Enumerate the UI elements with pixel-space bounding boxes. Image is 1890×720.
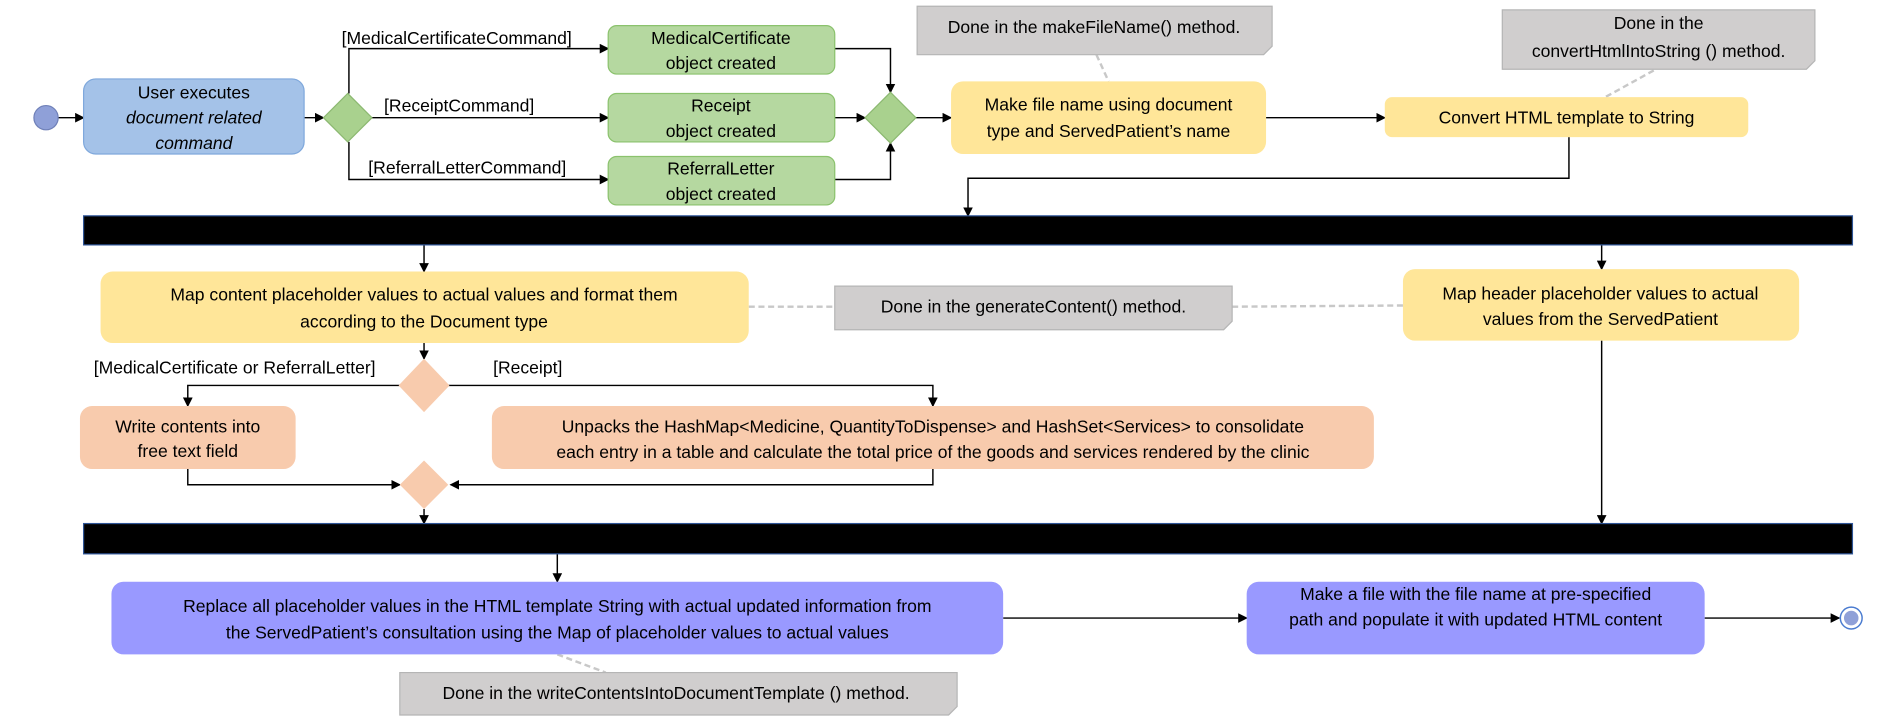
convert-html-action: Convert HTML template to String xyxy=(1384,97,1749,138)
note-write-contents: Done in the writeContentsIntoDocumentTem… xyxy=(399,671,958,716)
fork-bar xyxy=(82,215,1854,246)
svg-text:document related: document related xyxy=(126,108,263,128)
svg-text:command: command xyxy=(155,133,233,153)
svg-text:Replace all placeholder values: Replace all placeholder values in the HT… xyxy=(183,596,931,616)
svg-text:Receipt: Receipt xyxy=(691,96,751,116)
medical-certificate-object-action: MedicalCertificate object created xyxy=(607,25,836,75)
activity-diagram: User executes document related command [… xyxy=(33,5,1863,716)
svg-text:object created: object created xyxy=(666,121,776,141)
command-decision-node xyxy=(322,92,373,143)
guard-referral-letter-command: [ReferralLetterCommand] xyxy=(368,157,566,177)
note-make-file-name: Done in the makeFileName() method. xyxy=(916,5,1273,56)
receipt-object-action: Receipt object created xyxy=(607,92,836,143)
svg-text:convertHtmlIntoString () metho: convertHtmlIntoString () method. xyxy=(1532,41,1786,61)
svg-text:ReferralLetter: ReferralLetter xyxy=(667,159,774,179)
user-executes-command-action: User executes document related command xyxy=(82,78,305,155)
guard-receipt: [Receipt] xyxy=(493,357,562,377)
note-generate-content: Done in the generateContent() method. xyxy=(834,285,1233,331)
unpack-hashmap-action: Unpacks the HashMap<Medicine, QuantityTo… xyxy=(491,406,1374,470)
svg-text:path and populate it with upda: path and populate it with updated HTML c… xyxy=(1289,609,1662,629)
document-type-decision-node xyxy=(398,358,450,413)
svg-text:MedicalCertificate: MedicalCertificate xyxy=(651,28,790,48)
svg-text:Convert HTML template to Strin: Convert HTML template to String xyxy=(1439,108,1695,128)
guard-medical-certificate-command: [MedicalCertificateCommand] xyxy=(342,28,572,48)
initial-node xyxy=(33,104,59,131)
svg-text:free text field: free text field xyxy=(138,441,238,461)
svg-text:Done in the writeContentsIntoD: Done in the writeContentsIntoDocumentTem… xyxy=(442,683,909,703)
svg-text:User executes: User executes xyxy=(138,82,250,102)
svg-text:object created: object created xyxy=(666,184,776,204)
guard-mc-or-referral: [MedicalCertificate or ReferralLetter] xyxy=(94,357,376,377)
referral-letter-object-action: ReferralLetter object created xyxy=(607,155,836,206)
write-contents-action: Write contents into free text field xyxy=(79,406,296,470)
make-file-name-action: Make file name using document type and S… xyxy=(951,81,1267,155)
merge-node-green xyxy=(864,91,917,144)
replace-placeholders-action: Replace all placeholder values in the HT… xyxy=(111,581,1004,655)
svg-text:Done in the makeFileName() met: Done in the makeFileName() method. xyxy=(948,17,1241,37)
guard-receipt-command: [ReceiptCommand] xyxy=(384,96,534,116)
svg-text:values from the ServedPatient: values from the ServedPatient xyxy=(1483,309,1718,329)
svg-text:Done in the generateContent(): Done in the generateContent() method. xyxy=(881,297,1186,317)
svg-text:Make file name using document: Make file name using document xyxy=(985,94,1233,114)
svg-text:Map header placeholder values: Map header placeholder values to actual xyxy=(1442,283,1758,303)
svg-text:Make a file with the file name: Make a file with the file name at pre-sp… xyxy=(1300,584,1651,604)
final-node xyxy=(1839,606,1863,630)
map-content-action: Map content placeholder values to actual… xyxy=(100,271,749,344)
svg-text:Done in the: Done in the xyxy=(1614,13,1704,33)
svg-text:each entry in a table and calc: each entry in a table and calculate the … xyxy=(556,442,1309,462)
make-file-action: Make a file with the file name at pre-sp… xyxy=(1246,581,1705,655)
svg-text:type and ServedPatient’s name: type and ServedPatient’s name xyxy=(987,121,1231,141)
map-header-action: Map header placeholder values to actual … xyxy=(1402,269,1800,341)
merge-node-orange xyxy=(399,460,449,510)
join-bar xyxy=(82,522,1854,555)
note-convert-html: Done in the convertHtmlIntoString () met… xyxy=(1501,9,1816,70)
svg-text:object created: object created xyxy=(666,53,776,73)
svg-text:according to the Document type: according to the Document type xyxy=(300,311,548,331)
svg-text:Unpacks the HashMap<Medicine,: Unpacks the HashMap<Medicine, QuantityTo… xyxy=(562,417,1304,437)
svg-text:the ServedPatient’s consultati: the ServedPatient’s consultation using t… xyxy=(226,623,889,643)
svg-text:Map content placeholder values: Map content placeholder values to actual… xyxy=(170,285,677,305)
svg-text:Write contents into: Write contents into xyxy=(115,417,260,437)
